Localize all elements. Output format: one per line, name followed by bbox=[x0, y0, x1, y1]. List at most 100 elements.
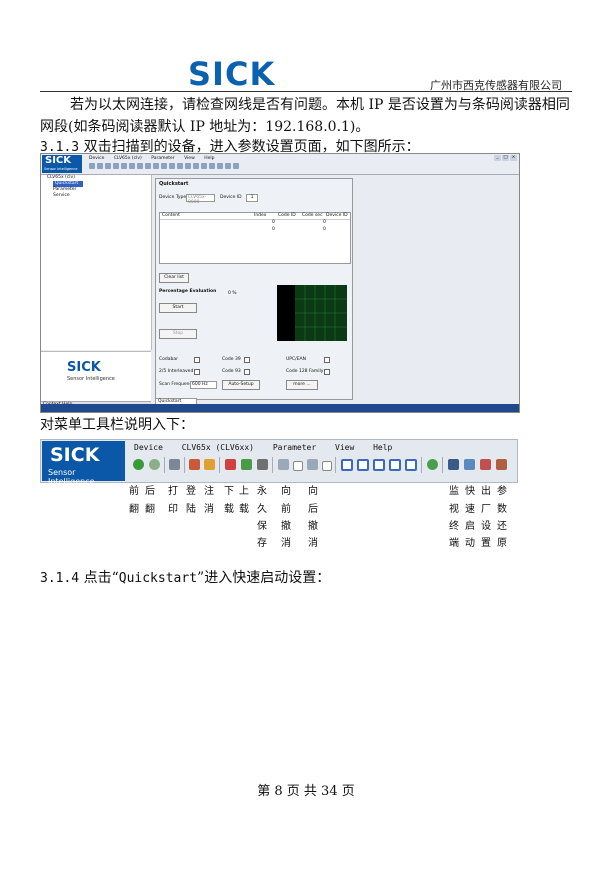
layout-icon[interactable] bbox=[341, 459, 353, 471]
factory-reset-icon[interactable] bbox=[480, 459, 491, 470]
chevron-down-icon[interactable] bbox=[293, 461, 303, 471]
close-icon[interactable]: × bbox=[510, 155, 517, 161]
toolbar-icon[interactable] bbox=[169, 163, 175, 169]
upload-icon[interactable] bbox=[241, 459, 252, 470]
menu-clv[interactable]: CLV65x (CLV6xx) bbox=[182, 443, 254, 452]
i25-checkbox[interactable] bbox=[194, 369, 200, 375]
logout-icon[interactable] bbox=[204, 459, 215, 470]
menu-help[interactable]: Help bbox=[373, 443, 392, 452]
label-char: 后 bbox=[308, 504, 318, 515]
label-char: 数 bbox=[497, 504, 507, 515]
more-button[interactable]: more ... bbox=[286, 380, 318, 390]
help-icon[interactable] bbox=[427, 459, 438, 470]
help-logo-sub: Sensor Intelligence bbox=[67, 376, 115, 382]
toolbar-icon[interactable] bbox=[233, 163, 239, 169]
label-char: 快 bbox=[465, 486, 475, 497]
login-icon[interactable] bbox=[189, 459, 200, 470]
layout-icon[interactable] bbox=[357, 459, 369, 471]
toolbar-icon[interactable] bbox=[105, 163, 111, 169]
code-label: UPC/EAN bbox=[286, 357, 306, 362]
separator bbox=[335, 457, 336, 473]
quickstart-panel: Quickstart Device Type CLV65x-0000 Devic… bbox=[155, 178, 353, 400]
toolbar-menus: Device CLV65x (CLV6xx) Parameter View He… bbox=[134, 443, 406, 452]
reading-scope bbox=[277, 285, 347, 341]
app-menu-device[interactable]: Device bbox=[89, 156, 104, 161]
clear-list-button[interactable]: Clear list bbox=[159, 273, 189, 283]
toolbar-icon[interactable] bbox=[209, 163, 215, 169]
toolbar-icon[interactable] bbox=[217, 163, 223, 169]
toolbar-icon[interactable] bbox=[153, 163, 159, 169]
label-char: 向 bbox=[308, 486, 318, 497]
app-menu-help[interactable]: Help bbox=[204, 156, 214, 161]
label-char: 注 bbox=[204, 486, 214, 497]
app-logo-text: SICK bbox=[45, 155, 72, 166]
toolbar-icon[interactable] bbox=[89, 163, 95, 169]
layout-icon[interactable] bbox=[389, 459, 401, 471]
upc-checkbox[interactable] bbox=[324, 357, 330, 363]
toolbar-icon[interactable] bbox=[225, 163, 231, 169]
toolbar-icon[interactable] bbox=[161, 163, 167, 169]
maximize-icon[interactable]: □ bbox=[502, 155, 509, 161]
label-char: 保 bbox=[257, 521, 267, 532]
tree-item-service[interactable]: Service bbox=[41, 193, 151, 199]
save-permanent-icon[interactable] bbox=[257, 459, 268, 470]
toolbar-icon[interactable] bbox=[145, 163, 151, 169]
header-rule bbox=[40, 91, 572, 92]
menu-device[interactable]: Device bbox=[134, 443, 163, 452]
grid-col: Content bbox=[162, 213, 180, 218]
toolbar-icons bbox=[133, 457, 513, 473]
code-label: 2/5 Interleaved bbox=[159, 369, 194, 374]
grid-col: Index bbox=[254, 213, 267, 218]
print-icon[interactable] bbox=[169, 459, 180, 470]
label-char: 启 bbox=[465, 521, 475, 532]
toolbar-icon[interactable] bbox=[129, 163, 135, 169]
minimize-icon[interactable]: _ bbox=[494, 155, 501, 161]
cell: 0 bbox=[272, 220, 275, 225]
code93-checkbox[interactable] bbox=[244, 369, 250, 375]
layout-icon[interactable] bbox=[405, 459, 417, 471]
label-char: 动 bbox=[465, 538, 475, 549]
menu-view[interactable]: View bbox=[335, 443, 354, 452]
app-menu-view[interactable]: View bbox=[184, 156, 195, 161]
device-id-field[interactable]: 1 bbox=[246, 194, 258, 202]
undo-icon[interactable] bbox=[278, 459, 289, 470]
label-char: 消 bbox=[281, 538, 291, 549]
label-char: 终 bbox=[449, 521, 459, 532]
device-type-field[interactable]: CLV65x-0000 bbox=[186, 194, 215, 205]
restore-params-icon[interactable] bbox=[496, 459, 507, 470]
download-icon[interactable] bbox=[225, 459, 236, 470]
scan-freq-select[interactable]: 600 Hz bbox=[190, 381, 217, 389]
results-grid: Content Index Code ID Code sec Device ID… bbox=[159, 212, 351, 264]
chevron-down-icon[interactable] bbox=[322, 461, 332, 471]
code-option: UPC/EAN bbox=[286, 357, 306, 362]
label-char: 参 bbox=[497, 486, 507, 497]
toolbar-icon[interactable] bbox=[113, 163, 119, 169]
toolbar-icon[interactable] bbox=[97, 163, 103, 169]
toolbar-icon[interactable] bbox=[193, 163, 199, 169]
code-label: Codabar bbox=[159, 357, 178, 362]
cell: 0 bbox=[323, 220, 326, 225]
app-menu-parameter[interactable]: Parameter bbox=[151, 156, 174, 161]
stop-button[interactable]: Stop bbox=[159, 329, 197, 339]
codabar-checkbox[interactable] bbox=[194, 357, 200, 363]
quickstart-icon[interactable] bbox=[464, 459, 475, 470]
forward-icon[interactable] bbox=[149, 459, 160, 470]
code128-checkbox[interactable] bbox=[324, 369, 330, 375]
monitor-icon[interactable] bbox=[448, 459, 459, 470]
separator bbox=[421, 457, 422, 473]
label-char: 还 bbox=[497, 521, 507, 532]
app-menu-clv[interactable]: CLV65x (clv) bbox=[114, 156, 142, 161]
redo-icon[interactable] bbox=[307, 459, 318, 470]
back-icon[interactable] bbox=[133, 459, 144, 470]
auto-setup-button[interactable]: Auto-Setup bbox=[222, 380, 260, 390]
layout-icon[interactable] bbox=[373, 459, 385, 471]
menu-parameter[interactable]: Parameter bbox=[273, 443, 316, 452]
toolbar-icon[interactable] bbox=[185, 163, 191, 169]
label-char: 登 bbox=[186, 486, 196, 497]
start-button[interactable]: Start bbox=[159, 303, 197, 313]
toolbar-icon[interactable] bbox=[177, 163, 183, 169]
toolbar-icon[interactable] bbox=[201, 163, 207, 169]
toolbar-icon[interactable] bbox=[137, 163, 143, 169]
code39-checkbox[interactable] bbox=[244, 357, 250, 363]
toolbar-icon[interactable] bbox=[121, 163, 127, 169]
